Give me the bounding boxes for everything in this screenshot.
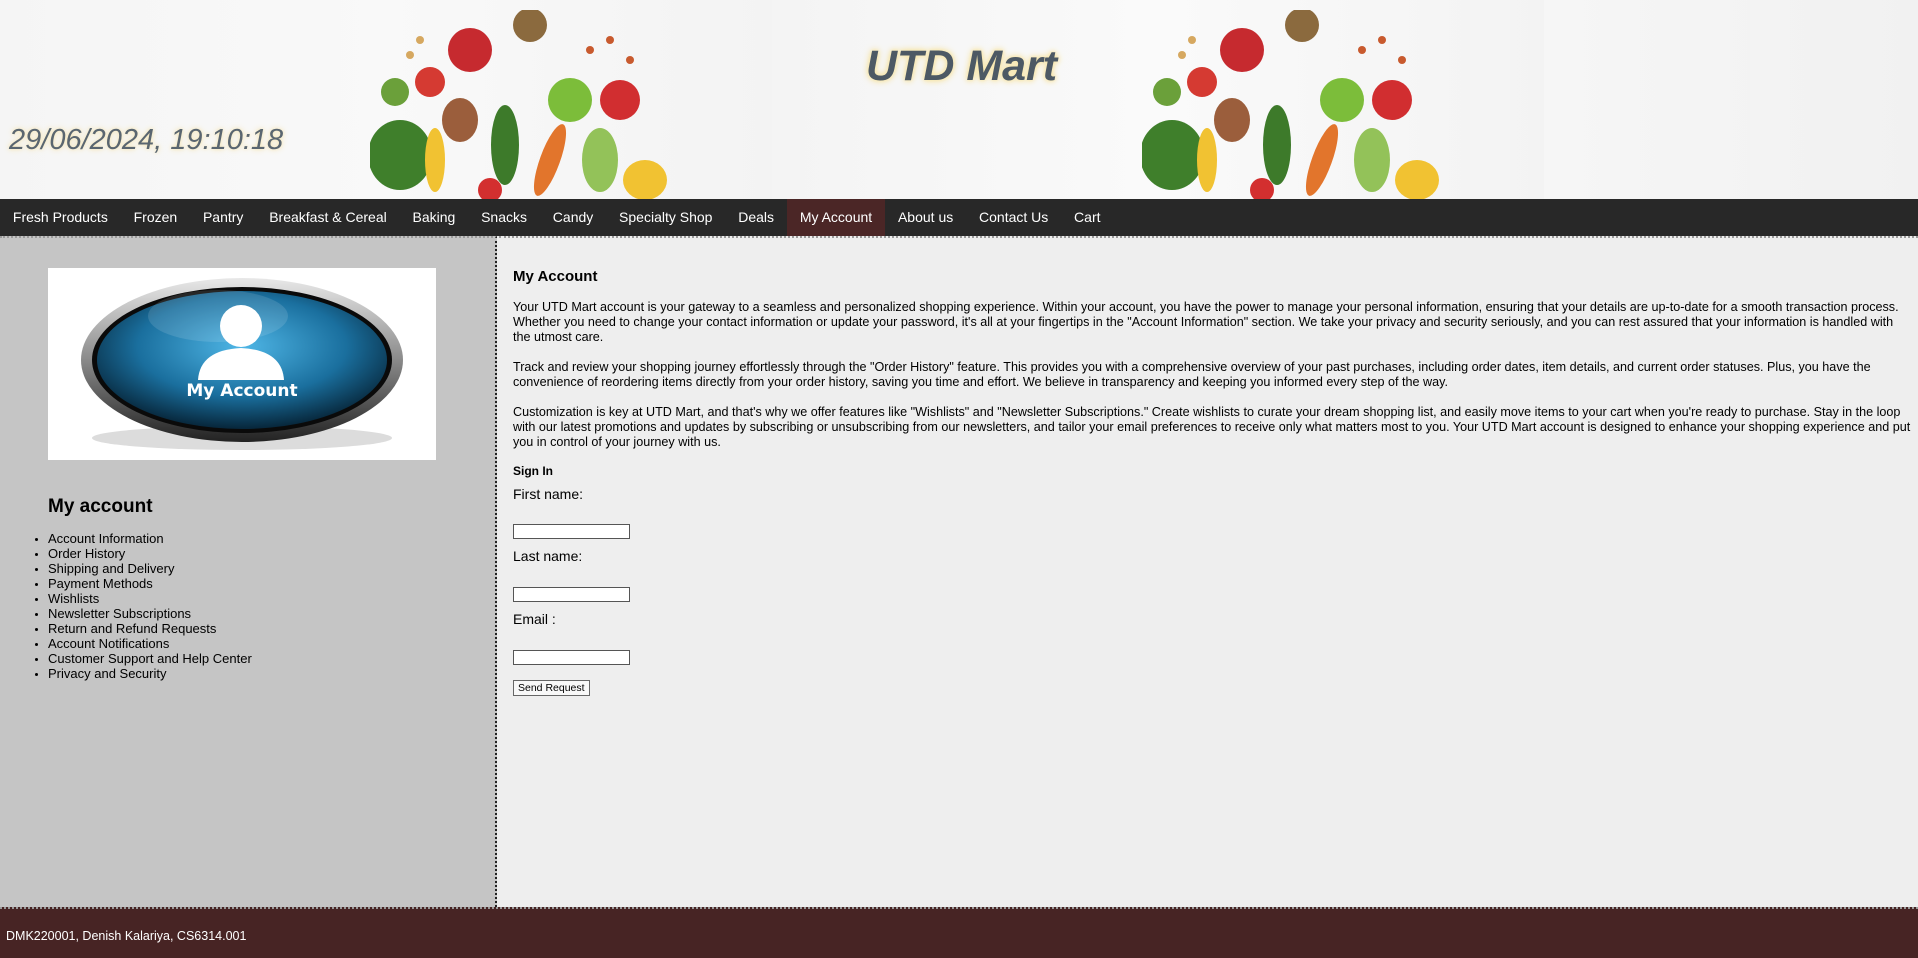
header-banner: UTD Mart 29/06/2024, 19:10:18 — [0, 0, 1918, 199]
sidebar-link-account-information[interactable]: Account Information — [48, 531, 252, 546]
my-account-image: My Account — [48, 268, 436, 460]
sign-in-heading: Sign In — [513, 464, 553, 478]
nav-item-snacks[interactable]: Snacks — [468, 199, 540, 236]
vegetables-illustration — [370, 10, 667, 199]
produce-banner-image — [0, 0, 772, 199]
first-name-label: First name: — [513, 486, 584, 502]
nav-item-cart[interactable]: Cart — [1061, 199, 1113, 236]
sidebar-link-newsletter-subscriptions[interactable]: Newsletter Subscriptions — [48, 606, 252, 621]
order-history-paragraph: Track and review your shopping journey e… — [513, 360, 1871, 389]
sidebar-link-return-refund[interactable]: Return and Refund Requests — [48, 621, 252, 636]
customization-paragraph: Customization is key at UTD Mart, and th… — [513, 405, 1911, 449]
account-links-list: Account Information Order History Shippi… — [48, 531, 252, 681]
nav-item-fresh-products[interactable]: Fresh Products — [0, 199, 121, 236]
account-sidebar: My Account My account Account Informatio… — [0, 236, 497, 907]
sidebar-link-wishlists[interactable]: Wishlists — [48, 591, 252, 606]
nav-item-baking[interactable]: Baking — [400, 199, 469, 236]
nav-item-about-us[interactable]: About us — [885, 199, 966, 236]
nav-item-specialty-shop[interactable]: Specialty Shop — [606, 199, 725, 236]
sidebar-link-account-notifications[interactable]: Account Notifications — [48, 636, 252, 651]
email-label: Email : — [513, 611, 556, 627]
main-content: My Account Your UTD Mart account is your… — [499, 236, 1918, 907]
last-name-label: Last name: — [513, 548, 583, 564]
sidebar-link-order-history[interactable]: Order History — [48, 546, 252, 561]
produce-banner-image — [1544, 0, 1918, 199]
sidebar-heading: My account — [48, 496, 153, 517]
main-nav: Fresh Products Frozen Pantry Breakfast &… — [0, 199, 1918, 236]
footer-credits: DMK220001, Denish Kalariya, CS6314.001 — [6, 929, 247, 943]
last-name-input[interactable] — [513, 587, 630, 602]
sidebar-link-customer-support[interactable]: Customer Support and Help Center — [48, 651, 252, 666]
produce-banner-image — [772, 0, 1544, 199]
send-request-button[interactable]: Send Request — [513, 680, 590, 696]
nav-item-my-account[interactable]: My Account — [786, 199, 886, 236]
nav-item-candy[interactable]: Candy — [540, 199, 606, 236]
nav-item-breakfast-cereal[interactable]: Breakfast & Cereal — [256, 199, 399, 236]
account-user-icon — [81, 278, 403, 450]
site-title: UTD Mart — [866, 42, 1058, 90]
nav-item-contact-us[interactable]: Contact Us — [966, 199, 1061, 236]
account-image-caption: My Account — [186, 381, 298, 401]
email-input[interactable] — [513, 650, 630, 665]
sidebar-link-privacy-security[interactable]: Privacy and Security — [48, 666, 252, 681]
date-time-clock: 29/06/2024, 19:10:18 — [9, 124, 284, 156]
intro-paragraph: Your UTD Mart account is your gateway to… — [513, 300, 1899, 344]
nav-item-frozen[interactable]: Frozen — [121, 199, 190, 236]
page-title: My Account — [513, 268, 598, 285]
nav-item-deals[interactable]: Deals — [725, 199, 787, 236]
nav-item-pantry[interactable]: Pantry — [190, 199, 256, 236]
sidebar-link-shipping-delivery[interactable]: Shipping and Delivery — [48, 561, 252, 576]
sidebar-link-payment-methods[interactable]: Payment Methods — [48, 576, 252, 591]
first-name-input[interactable] — [513, 524, 630, 539]
vegetables-illustration — [1142, 10, 1439, 199]
page-footer: DMK220001, Denish Kalariya, CS6314.001 — [0, 907, 1918, 958]
